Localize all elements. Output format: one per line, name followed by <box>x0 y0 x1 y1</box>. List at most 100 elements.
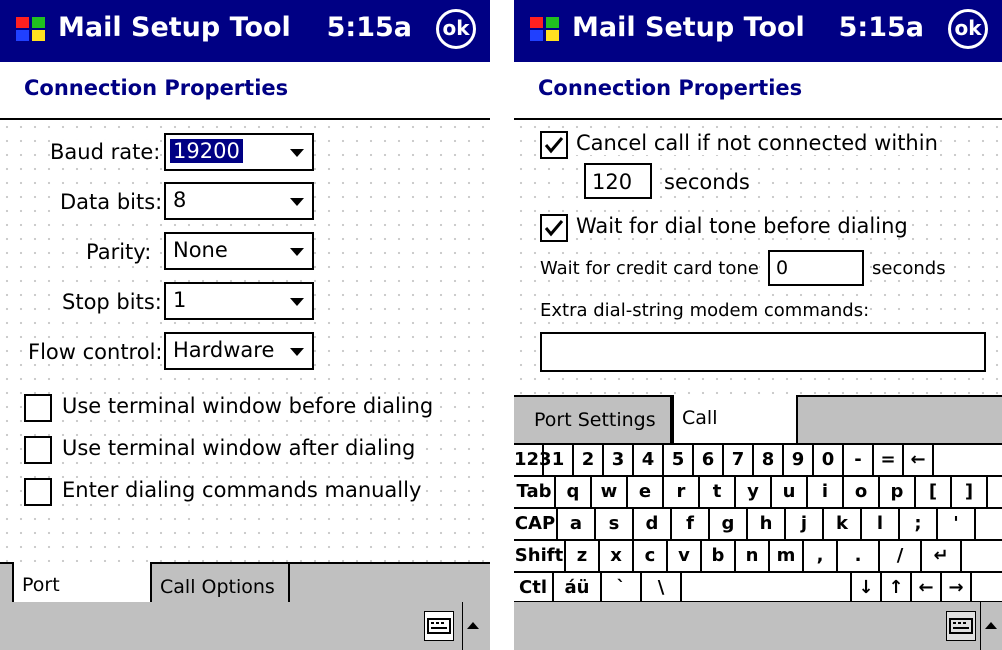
key-symbol[interactable]: - <box>844 445 874 475</box>
key-tab[interactable]: Tab <box>514 477 556 507</box>
input-panel-arrow-icon[interactable] <box>462 602 482 650</box>
key-r[interactable]: r <box>664 477 700 507</box>
key-space[interactable] <box>682 573 852 603</box>
terminal-before-checkbox[interactable] <box>24 394 52 422</box>
key-e[interactable]: e <box>628 477 664 507</box>
key-backspace[interactable]: ← <box>904 445 934 475</box>
keyboard-row: Ctl áü ` \ ↓ ↑ ← → <box>514 571 1002 603</box>
key-symbol[interactable]: = <box>874 445 904 475</box>
key-1[interactable]: 1 <box>544 445 574 475</box>
key-6[interactable]: 6 <box>694 445 724 475</box>
app-title: Mail Setup Tool <box>572 12 805 43</box>
key-caps[interactable]: CAP <box>514 509 558 539</box>
port-settings-screen: Mail Setup Tool 5:15a ok Connection Prop… <box>0 0 490 650</box>
clock[interactable]: 5:15a <box>839 12 924 43</box>
key-i[interactable]: i <box>808 477 844 507</box>
key-u[interactable]: u <box>772 477 808 507</box>
key-9[interactable]: 9 <box>784 445 814 475</box>
key-symbol[interactable]: [ <box>916 477 952 507</box>
key-ctrl[interactable]: Ctl <box>514 573 554 603</box>
dropdown-arrow-icon <box>290 149 304 157</box>
ok-button[interactable]: ok <box>948 9 988 49</box>
key-m[interactable]: m <box>770 541 804 571</box>
key-s[interactable]: s <box>596 509 634 539</box>
key-left[interactable]: ← <box>912 573 942 603</box>
data-bits-combo[interactable]: 8 <box>164 182 314 220</box>
key-0[interactable]: 0 <box>814 445 844 475</box>
key-7[interactable]: 7 <box>724 445 754 475</box>
key-enter[interactable]: ↵ <box>922 541 962 571</box>
key-symbol[interactable]: / <box>880 541 922 571</box>
stop-bits-label: Stop bits: <box>62 290 162 314</box>
key-p[interactable]: p <box>880 477 916 507</box>
key-symbol[interactable]: . <box>838 541 880 571</box>
wait-dial-tone-label: Wait for dial tone before dialing <box>576 214 908 238</box>
key-f[interactable]: f <box>672 509 710 539</box>
extra-commands-field[interactable] <box>540 332 986 372</box>
key-b[interactable]: b <box>702 541 736 571</box>
keyboard-icon[interactable] <box>946 611 976 641</box>
key-symbol[interactable]: \ <box>642 573 682 603</box>
manual-commands-checkbox[interactable] <box>24 478 52 506</box>
terminal-after-checkbox[interactable] <box>24 436 52 464</box>
cancel-call-checkbox[interactable] <box>540 131 568 159</box>
key-symbol[interactable]: ` <box>602 573 642 603</box>
key-4[interactable]: 4 <box>634 445 664 475</box>
key-shift[interactable]: Shift <box>514 541 566 571</box>
parity-combo[interactable]: None <box>164 232 314 270</box>
key-o[interactable]: o <box>844 477 880 507</box>
key-x[interactable]: x <box>600 541 634 571</box>
key-k[interactable]: k <box>824 509 862 539</box>
key-j[interactable]: j <box>786 509 824 539</box>
key-z[interactable]: z <box>566 541 600 571</box>
key-l[interactable]: l <box>862 509 900 539</box>
key-2[interactable]: 2 <box>574 445 604 475</box>
key-symbol[interactable]: , <box>804 541 838 571</box>
keyboard-icon[interactable] <box>424 611 454 641</box>
title-bar: Mail Setup Tool 5:15a ok <box>514 0 1002 62</box>
key-d[interactable]: d <box>634 509 672 539</box>
stop-bits-combo[interactable]: 1 <box>164 282 314 320</box>
key-up[interactable]: ↑ <box>882 573 912 603</box>
menu-bar <box>514 602 1002 650</box>
key-down[interactable]: ↓ <box>852 573 882 603</box>
key-v[interactable]: v <box>668 541 702 571</box>
key-t[interactable]: t <box>700 477 736 507</box>
key-right[interactable]: → <box>942 573 972 603</box>
key-c[interactable]: c <box>634 541 668 571</box>
windows-start-icon[interactable] <box>528 14 562 44</box>
windows-start-icon[interactable] <box>14 14 48 44</box>
key-h[interactable]: h <box>748 509 786 539</box>
dropdown-arrow-icon <box>290 298 304 306</box>
key-symbol[interactable]: ' <box>938 509 976 539</box>
flow-control-combo[interactable]: Hardware <box>164 332 314 370</box>
key-numeric[interactable]: 123 <box>514 445 552 475</box>
baud-rate-label: Baud rate: <box>50 140 161 164</box>
key-symbol[interactable]: ] <box>952 477 988 507</box>
key-g[interactable]: g <box>710 509 748 539</box>
wait-dial-tone-checkbox[interactable] <box>540 214 568 242</box>
key-q[interactable]: q <box>556 477 592 507</box>
key-8[interactable]: 8 <box>754 445 784 475</box>
tab-call-options[interactable]: Call Options <box>672 395 798 475</box>
credit-card-seconds-field[interactable]: 0 <box>768 250 864 286</box>
ok-button[interactable]: ok <box>436 9 476 49</box>
key-n[interactable]: n <box>736 541 770 571</box>
soft-keyboard: 123 1 2 3 4 5 6 7 8 9 0- = ← Tab q w e r t y u i o p[] CAP a s d f… <box>514 443 1002 603</box>
tab-port-settings[interactable]: Port Settings <box>526 397 672 445</box>
key-y[interactable]: y <box>736 477 772 507</box>
baud-rate-combo[interactable]: 19200 <box>164 133 314 171</box>
flow-control-label: Flow control: <box>28 340 163 364</box>
key-3[interactable]: 3 <box>604 445 634 475</box>
key-a[interactable]: a <box>558 509 596 539</box>
key-symbol[interactable]: ; <box>900 509 938 539</box>
key-w[interactable]: w <box>592 477 628 507</box>
heading-text: Connection Properties <box>538 76 803 100</box>
key-intl[interactable]: áü <box>554 573 602 603</box>
baud-rate-value: 19200 <box>170 139 243 163</box>
clock[interactable]: 5:15a <box>327 12 412 43</box>
cancel-seconds-field[interactable]: 120 <box>584 163 652 199</box>
key-5[interactable]: 5 <box>664 445 694 475</box>
input-panel-arrow-icon[interactable] <box>980 602 1000 650</box>
keyboard-row: Tab q w e r t y u i o p[] <box>514 475 1002 507</box>
